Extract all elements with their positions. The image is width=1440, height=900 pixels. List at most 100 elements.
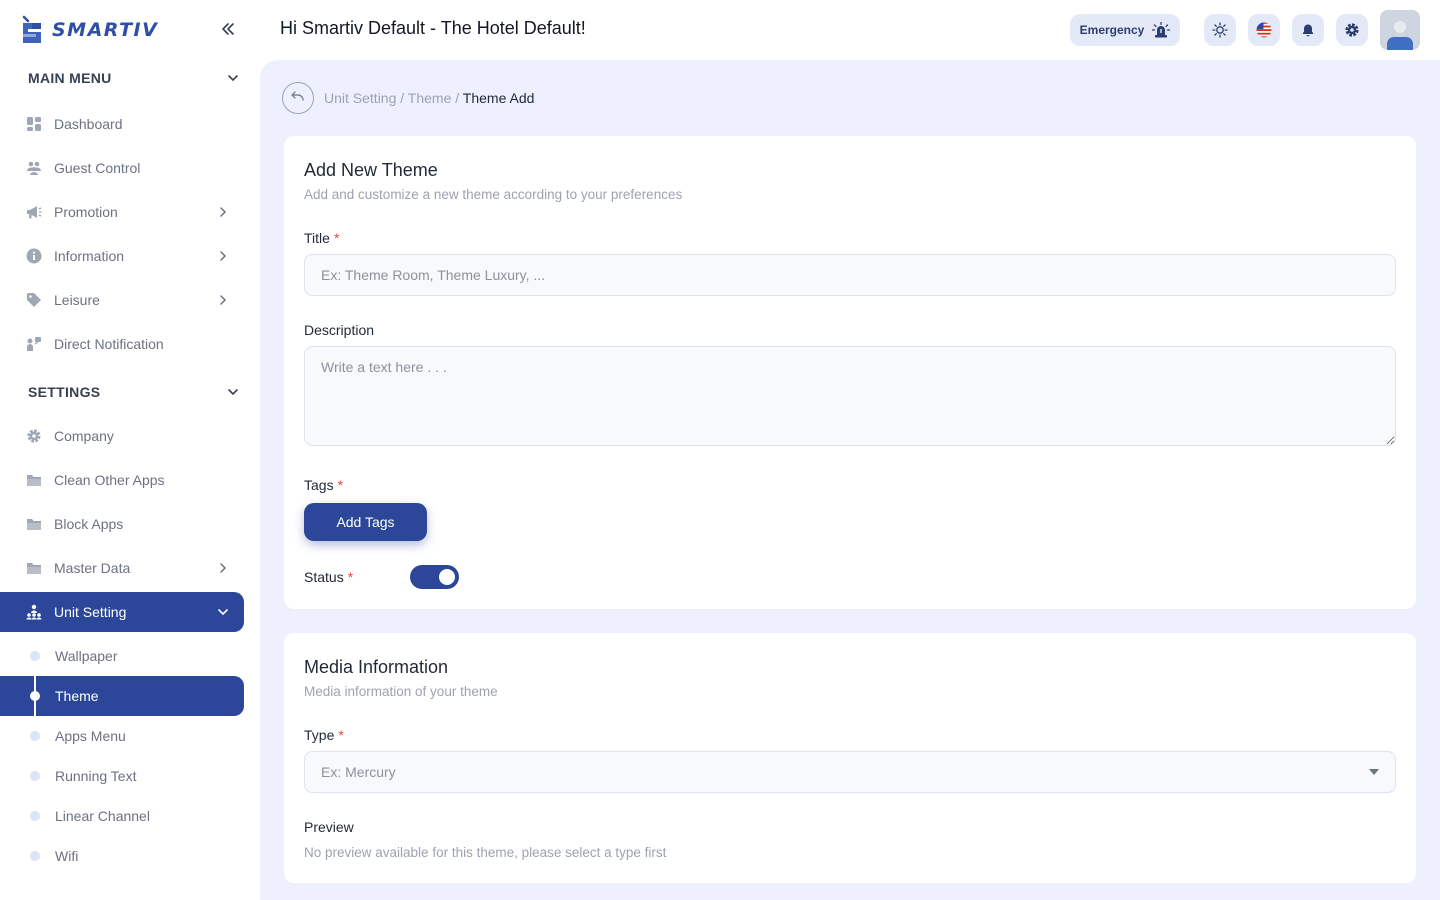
submenu-item-label: Running Text bbox=[55, 768, 137, 784]
media-info-card: Media Information Media information of y… bbox=[284, 633, 1416, 883]
submenu-item-wallpaper[interactable]: Wallpaper bbox=[0, 636, 244, 676]
sidebar: SMARTIV MAIN MENU Dashboard Guest Contro… bbox=[0, 0, 260, 900]
sidebar-item-label: Information bbox=[54, 248, 125, 264]
preview-empty-text: No preview available for this theme, ple… bbox=[304, 845, 667, 860]
caret-down-icon bbox=[1369, 769, 1379, 775]
submenu-item-wifi[interactable]: Wifi bbox=[0, 836, 244, 876]
breadcrumb: Unit Setting / Theme / Theme Add bbox=[324, 90, 534, 106]
submenu-item-label: Linear Channel bbox=[55, 808, 150, 824]
sidebar-item-direct-notification[interactable]: Direct Notification bbox=[0, 324, 244, 364]
chevron-down-icon bbox=[228, 75, 238, 82]
card-title: Media Information bbox=[304, 657, 449, 677]
breadcrumb-theme[interactable]: Theme bbox=[408, 90, 452, 106]
main-content: Unit Setting / Theme / Theme Add Add New… bbox=[260, 60, 1440, 900]
sidebar-item-company[interactable]: Company bbox=[0, 416, 244, 456]
bullet-icon bbox=[30, 811, 40, 821]
chevron-right-icon bbox=[220, 251, 227, 261]
page-greeting: Hi Smartiv Default - The Hotel Default! bbox=[280, 18, 586, 38]
settings-title: SETTINGS bbox=[28, 384, 101, 400]
bell-icon bbox=[1303, 24, 1313, 37]
megaphone-icon bbox=[26, 204, 42, 220]
gear-icon bbox=[26, 428, 42, 444]
main-menu-title: MAIN MENU bbox=[28, 70, 112, 86]
grid-icon bbox=[26, 116, 42, 132]
language-button[interactable] bbox=[1248, 14, 1280, 46]
toggle-knob bbox=[439, 569, 455, 585]
submenu-item-label: Theme bbox=[55, 688, 99, 704]
add-tags-button[interactable]: Add Tags bbox=[304, 503, 427, 541]
collapse-sidebar-button[interactable] bbox=[216, 18, 240, 40]
title-input[interactable] bbox=[304, 254, 1396, 296]
brand-logo[interactable]: SMARTIV bbox=[20, 12, 158, 48]
back-button[interactable] bbox=[282, 82, 314, 114]
sitemap-icon bbox=[26, 604, 42, 620]
breadcrumb-separator: / bbox=[396, 90, 408, 106]
required-asterisk: * bbox=[337, 477, 344, 493]
type-label: Type * bbox=[304, 727, 344, 743]
settings-section[interactable]: SETTINGS bbox=[28, 380, 240, 404]
breadcrumb-separator: / bbox=[451, 90, 463, 106]
status-label: Status * bbox=[304, 569, 353, 585]
submenu-item-label: Wallpaper bbox=[55, 648, 118, 664]
add-theme-card: Add New Theme Add and customize a new th… bbox=[284, 136, 1416, 609]
sidebar-item-information[interactable]: Information bbox=[0, 236, 244, 276]
sidebar-item-block-apps[interactable]: Block Apps bbox=[0, 504, 244, 544]
sidebar-item-guest-control[interactable]: Guest Control bbox=[0, 148, 244, 188]
sidebar-item-label: Unit Setting bbox=[54, 604, 127, 620]
bullet-icon bbox=[30, 731, 40, 741]
sidebar-item-leisure[interactable]: Leisure bbox=[0, 280, 244, 320]
sidebar-item-master-data[interactable]: Master Data bbox=[0, 548, 244, 588]
tag-icon bbox=[26, 292, 42, 308]
emergency-button[interactable]: Emergency bbox=[1070, 14, 1180, 46]
card-title: Add New Theme bbox=[304, 160, 438, 180]
sidebar-item-label: Company bbox=[54, 428, 114, 444]
submenu-item-running-text[interactable]: Running Text bbox=[0, 756, 244, 796]
type-label-text: Type bbox=[304, 727, 335, 743]
us-flag-icon bbox=[1256, 22, 1272, 38]
user-avatar[interactable] bbox=[1380, 10, 1420, 50]
type-select[interactable]: Ex: Mercury bbox=[304, 751, 1396, 793]
bullet-icon bbox=[30, 651, 40, 661]
status-toggle[interactable] bbox=[410, 565, 459, 589]
chevron-right-icon bbox=[220, 295, 227, 305]
folder-icon bbox=[26, 472, 42, 488]
chevron-right-icon bbox=[220, 563, 227, 573]
sidebar-item-unit-setting[interactable]: Unit Setting bbox=[0, 592, 244, 632]
arrow-left-icon bbox=[291, 91, 304, 101]
folder-icon bbox=[26, 516, 42, 532]
submenu-item-theme[interactable]: Theme bbox=[0, 676, 244, 716]
submenu-item-linear-channel[interactable]: Linear Channel bbox=[0, 796, 244, 836]
logo-icon bbox=[22, 15, 41, 43]
theme-toggle-button[interactable] bbox=[1204, 14, 1236, 46]
chevron-right-icon bbox=[220, 207, 227, 217]
sidebar-item-label: Clean Other Apps bbox=[54, 472, 165, 488]
submenu-item-apps-menu[interactable]: Apps Menu bbox=[0, 716, 244, 756]
sidebar-item-promotion[interactable]: Promotion bbox=[0, 192, 244, 232]
siren-icon bbox=[1152, 22, 1171, 38]
sidebar-item-label: Leisure bbox=[54, 292, 100, 308]
type-select-placeholder: Ex: Mercury bbox=[321, 764, 396, 780]
notifications-button[interactable] bbox=[1292, 14, 1324, 46]
double-chevron-left-icon bbox=[222, 23, 234, 35]
gear-icon bbox=[1345, 23, 1359, 37]
sidebar-item-dashboard[interactable]: Dashboard bbox=[0, 104, 244, 144]
card-subtitle: Add and customize a new theme according … bbox=[304, 187, 683, 202]
description-label: Description bbox=[304, 322, 375, 338]
card-subtitle: Media information of your theme bbox=[304, 684, 498, 699]
sidebar-item-label: Guest Control bbox=[54, 160, 141, 176]
status-label-text: Status bbox=[304, 569, 344, 585]
sidebar-item-label: Dashboard bbox=[54, 116, 123, 132]
description-textarea[interactable] bbox=[304, 346, 1396, 446]
bullet-icon bbox=[30, 691, 40, 701]
users-icon bbox=[26, 160, 42, 176]
required-asterisk: * bbox=[338, 727, 344, 743]
sidebar-item-label: Master Data bbox=[54, 560, 131, 576]
info-icon bbox=[26, 248, 42, 264]
sidebar-item-clean-other-apps[interactable]: Clean Other Apps bbox=[0, 460, 244, 500]
main-menu-section[interactable]: MAIN MENU bbox=[28, 66, 240, 90]
breadcrumb-unit-setting[interactable]: Unit Setting bbox=[324, 90, 396, 106]
user-icon bbox=[1380, 10, 1420, 50]
chevron-down-icon bbox=[228, 389, 238, 396]
settings-button[interactable] bbox=[1336, 14, 1368, 46]
tags-label-text: Tags bbox=[304, 477, 334, 493]
